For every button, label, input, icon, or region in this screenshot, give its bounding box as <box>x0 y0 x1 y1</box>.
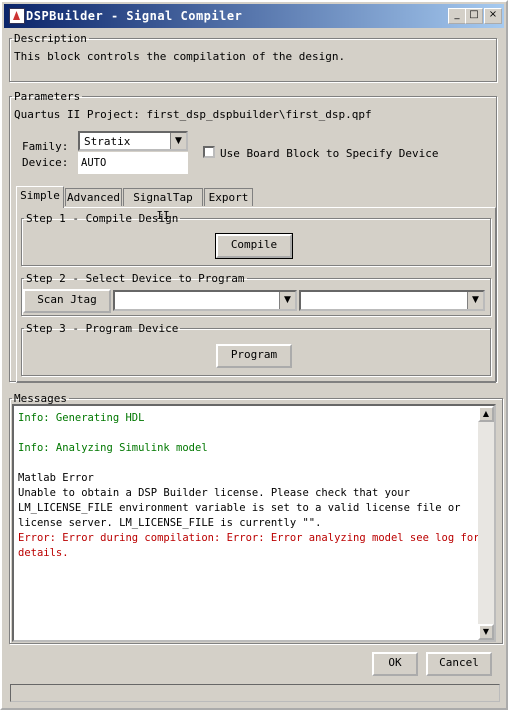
window-title: DSPBuilder - Signal Compiler <box>26 9 243 23</box>
scroll-up-icon[interactable]: ▲ <box>478 406 494 422</box>
messages-box[interactable]: Info: Generating HDL Info: Analyzing Simu… <box>12 404 496 642</box>
app-icon <box>9 8 25 24</box>
step1-legend: Step 1 - Compile Design <box>26 212 179 225</box>
scroll-down-icon[interactable]: ▼ <box>478 624 494 640</box>
step2-legend: Step 2 - Select Device to Program <box>26 272 245 285</box>
message-line: LM_LICENSE_FILE environment variable is … <box>18 502 461 514</box>
maximize-button[interactable]: □ <box>465 8 483 24</box>
cancel-button[interactable]: Cancel <box>426 652 492 676</box>
dialog-window: DSPBuilder - Signal Compiler _ □ × Descr… <box>0 0 508 710</box>
message-line: Info: Generating HDL <box>18 412 145 424</box>
chevron-down-icon[interactable]: ▼ <box>170 133 186 149</box>
step3-legend: Step 3 - Program Device <box>26 322 179 335</box>
minimize-button[interactable]: _ <box>448 8 466 24</box>
family-label: Family: <box>22 140 69 153</box>
close-button[interactable]: × <box>484 8 502 24</box>
board-block-label: Use Board Block to Specify Device <box>220 147 439 160</box>
title-bar[interactable]: DSPBuilder - Signal Compiler _ □ × <box>4 4 504 28</box>
message-line: Info: Analyzing Simulink model <box>18 442 208 454</box>
family-value: Stratix <box>84 135 131 148</box>
tab-signaltap[interactable]: SignalTap II <box>123 188 203 222</box>
device-field[interactable]: AUTO <box>78 152 188 174</box>
project-path: Quartus II Project: first_dsp_dspbuilder… <box>14 108 372 121</box>
description-legend: Description <box>14 32 87 45</box>
program-button[interactable]: Program <box>216 344 292 368</box>
compile-button[interactable]: Compile <box>215 233 293 259</box>
message-line: details. <box>18 547 69 559</box>
tab-simple[interactable]: Simple <box>16 186 64 208</box>
message-line: Matlab Error <box>18 472 94 484</box>
family-select[interactable]: Stratix ▼ <box>78 131 188 151</box>
tab-advanced[interactable]: Advanced <box>65 188 122 206</box>
message-line: Unable to obtain a DSP Builder license. … <box>18 487 410 499</box>
board-block-checkbox[interactable] <box>203 146 215 158</box>
description-text: This block controls the compilation of t… <box>14 50 346 63</box>
jtag-cable-select[interactable]: ▼ <box>113 290 297 311</box>
messages-scrollbar[interactable]: ▲ ▼ <box>478 406 494 640</box>
chevron-down-icon[interactable]: ▼ <box>279 292 295 309</box>
message-line: license server. LM_LICENSE_FILE is curre… <box>18 517 322 529</box>
jtag-device-select[interactable]: ▼ <box>299 290 485 311</box>
device-label: Device: <box>22 156 69 169</box>
message-line: Error: Error during compilation: Error: … <box>18 532 480 544</box>
ok-button[interactable]: OK <box>372 652 418 676</box>
scan-jtag-button[interactable]: Scan Jtag <box>23 289 111 313</box>
tab-export[interactable]: Export <box>204 188 253 206</box>
device-value: AUTO <box>81 157 107 169</box>
parameters-legend: Parameters <box>14 90 81 103</box>
status-bar <box>10 684 500 702</box>
chevron-down-icon[interactable]: ▼ <box>467 292 483 309</box>
